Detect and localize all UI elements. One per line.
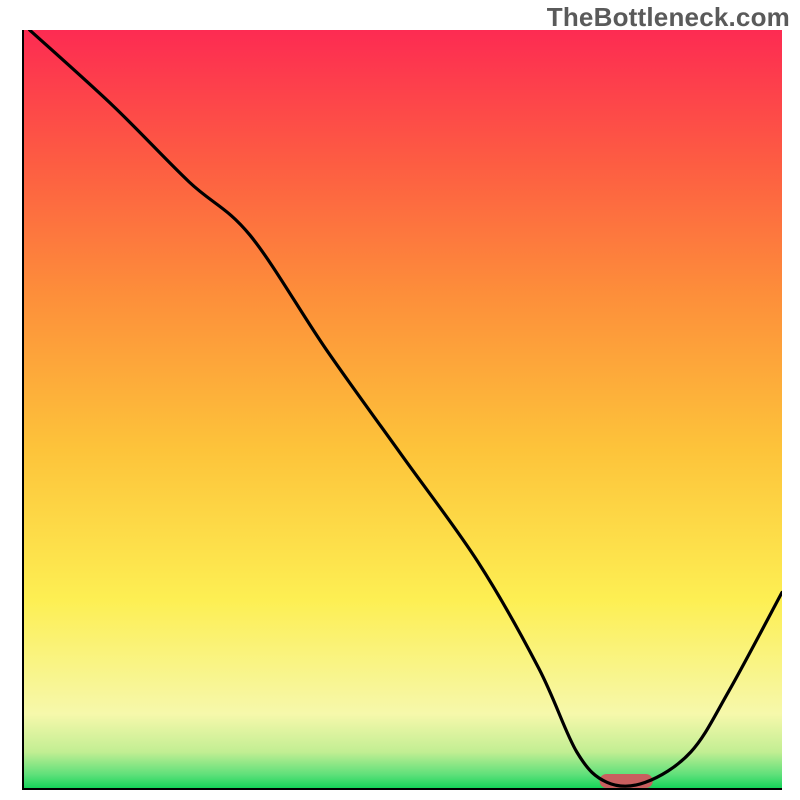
chart-container: TheBottleneck.com [0, 0, 800, 800]
gradient-background [22, 30, 782, 790]
axis-left [22, 30, 24, 790]
bottleneck-chart [22, 30, 782, 790]
plot-area [22, 30, 782, 790]
axis-bottom [22, 788, 782, 790]
watermark-text: TheBottleneck.com [547, 2, 790, 33]
